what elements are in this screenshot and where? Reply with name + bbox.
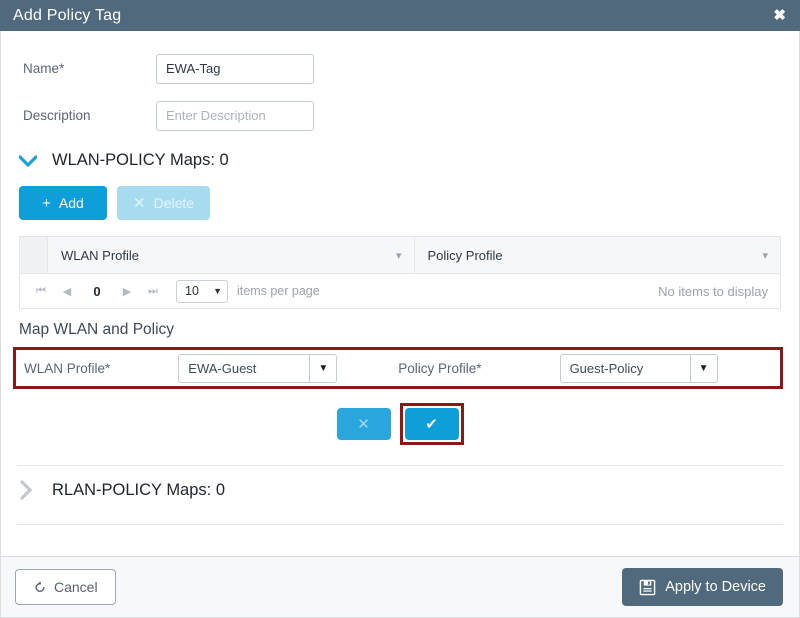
first-page-icon[interactable]: ⏮ [28,285,54,298]
delete-button-label: Delete [153,195,195,211]
chevron-down-icon[interactable]: ▾ [762,249,768,262]
items-per-page-value: 10 [185,284,199,298]
cross-icon: ✕ [133,194,146,212]
grid-column-policy-profile[interactable]: Policy Profile ▾ [413,237,781,273]
undo-icon [33,580,47,594]
save-icon [639,579,656,596]
map-policy-profile-value: Guest-Policy [569,360,644,376]
bottom-divider [17,524,783,525]
check-icon: ✔ [425,416,438,433]
add-policy-tag-dialog: Add Policy Tag ✖ Name* Description WLAN-… [0,0,800,618]
apply-to-device-button[interactable]: Apply to Device [622,568,783,606]
dialog-body: Name* Description WLAN-POLICY Maps: 0 + … [0,31,800,556]
chevron-down-icon: ▼ [689,354,717,382]
dialog-title: Add Policy Tag [13,6,122,24]
grid-column-policy-profile-label: Policy Profile [427,247,503,263]
items-per-page-select[interactable]: 10 ▼ [176,279,228,303]
map-wlan-profile-value: EWA-Guest [188,360,257,376]
map-wlan-profile-select[interactable]: EWA-Guest ▼ [178,353,338,383]
wlan-policy-section-header[interactable]: WLAN-POLICY Maps: 0 [1,139,799,176]
description-input[interactable] [156,100,314,131]
grid-pager: ⏮ ◀ 0 ▶ ⏭ 10 ▼ items per page No items t… [20,274,780,308]
map-confirm-row: ✕ ✔ [1,389,799,445]
description-label: Description [23,108,91,123]
description-row: Description [1,92,799,139]
map-confirm-button[interactable]: ✔ [404,408,459,440]
chevron-down-icon: ▼ [309,354,336,382]
delete-button[interactable]: ✕ Delete [117,186,211,220]
name-label: Name* [23,61,65,76]
map-policy-profile-label: Policy Profile* [398,360,482,376]
map-wlan-policy-row: WLAN Profile* EWA-Guest ▼ Policy Profile… [13,347,783,389]
chevron-down-icon[interactable] [19,154,41,167]
last-page-icon[interactable]: ⏭ [140,285,166,298]
map-wlan-profile-field: WLAN Profile* EWA-Guest ▼ [24,353,338,383]
plus-icon: + [42,194,51,212]
map-policy-profile-field: Policy Profile* Guest-Policy ▼ [398,353,718,383]
map-policy-profile-select[interactable]: Guest-Policy ▼ [559,353,718,383]
chevron-right-icon[interactable] [19,480,41,500]
chevron-down-icon[interactable]: ▾ [396,249,402,262]
close-icon[interactable]: ✖ [773,8,786,23]
rlan-policy-section-header[interactable]: RLAN-POLICY Maps: 0 [1,466,799,506]
form-fields: Name* Description [1,31,799,139]
cancel-button[interactable]: Cancel [15,569,116,605]
name-row: Name* [1,45,799,92]
prev-page-icon[interactable]: ◀ [54,285,80,298]
wlan-policy-action-buttons: + Add ✕ Delete [1,176,799,232]
wlan-policy-section-title: WLAN-POLICY Maps: 0 [52,151,229,169]
map-wlan-policy-title: Map WLAN and Policy [19,321,175,338]
add-button-label: Add [58,195,84,211]
map-confirm-highlight: ✔ [399,403,464,445]
wlan-policy-grid: WLAN Profile ▾ Policy Profile ▾ ⏮ ◀ 0 ▶ … [19,236,781,309]
map-wlan-profile-label: WLAN Profile* [24,360,111,376]
cancel-button-label: Cancel [54,579,98,595]
name-input[interactable] [156,53,314,84]
chevron-down-icon: ▼ [213,286,222,296]
pager-current-page: 0 [93,283,101,299]
apply-to-device-label: Apply to Device [665,579,766,595]
add-button[interactable]: + Add [19,186,107,220]
map-cancel-button[interactable]: ✕ [336,408,391,440]
grid-column-wlan-profile-label: WLAN Profile [61,247,140,263]
grid-header-row: WLAN Profile ▾ Policy Profile ▾ [20,237,780,274]
grid-empty-message: No items to display [658,283,768,299]
grid-select-column[interactable] [20,237,48,273]
rlan-policy-section-title: RLAN-POLICY Maps: 0 [52,480,226,499]
grid-column-wlan-profile[interactable]: WLAN Profile ▾ [48,237,414,273]
dialog-footer: Cancel Apply to Device [0,556,800,618]
items-per-page-label: items per page [237,284,320,298]
next-page-icon[interactable]: ▶ [114,285,140,298]
dialog-titlebar: Add Policy Tag ✖ [0,0,800,31]
cross-icon: ✕ [357,416,370,433]
